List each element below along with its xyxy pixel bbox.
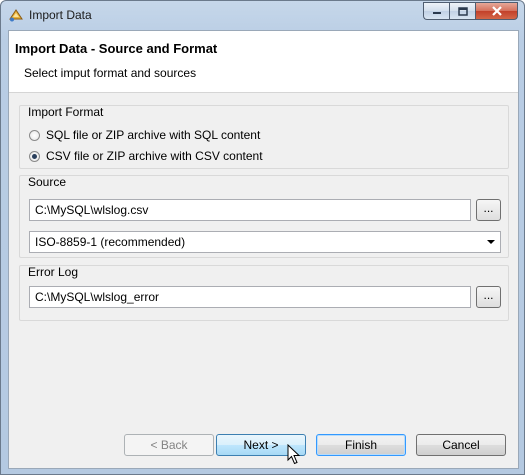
- minimize-button[interactable]: [423, 2, 449, 20]
- radio-sql[interactable]: [29, 129, 40, 141]
- wizard-banner: Import Data - Source and Format Select i…: [9, 31, 518, 93]
- import-format-label: Import Format: [28, 105, 104, 119]
- radio-csv-label: CSV file or ZIP archive with CSV content: [46, 149, 263, 163]
- error-log-browse-button[interactable]: ...: [476, 286, 501, 308]
- radio-csv[interactable]: [29, 150, 40, 162]
- import-format-group: Import Format SQL file or ZIP archive wi…: [19, 105, 509, 169]
- back-button[interactable]: < Back: [124, 434, 214, 456]
- title-bar[interactable]: Import Data: [1, 1, 524, 29]
- finish-button[interactable]: Finish: [316, 434, 406, 456]
- maximize-button[interactable]: [449, 2, 475, 20]
- window-title: Import Data: [29, 8, 92, 22]
- chevron-down-icon: [487, 240, 495, 244]
- radio-sql-option[interactable]: SQL file or ZIP archive with SQL content: [29, 128, 260, 142]
- error-log-group: Error Log C:\MySQL\wlslog_error ...: [19, 265, 509, 321]
- error-log-path-input[interactable]: C:\MySQL\wlslog_error: [29, 286, 471, 308]
- app-icon: [9, 9, 23, 22]
- page-title: Import Data - Source and Format: [15, 41, 218, 56]
- source-path-input[interactable]: C:\MySQL\wlslog.csv: [29, 199, 471, 221]
- close-button[interactable]: [475, 2, 518, 20]
- close-icon: [491, 6, 502, 16]
- import-data-window: Import Data Import Data - Source and For…: [0, 0, 525, 475]
- radio-sql-label: SQL file or ZIP archive with SQL content: [46, 128, 261, 142]
- error-log-label: Error Log: [28, 265, 79, 279]
- page-subtitle: Select imput format and sources: [24, 66, 197, 80]
- minimize-icon: [432, 12, 441, 14]
- encoding-value: ISO-8859-1 (recommended): [35, 235, 186, 249]
- source-label: Source: [28, 175, 67, 189]
- encoding-select[interactable]: ISO-8859-1 (recommended): [29, 231, 501, 253]
- maximize-icon: [457, 6, 468, 16]
- source-browse-button[interactable]: ...: [476, 199, 501, 221]
- caption-buttons: [423, 2, 518, 22]
- mouse-cursor-icon: [287, 444, 301, 465]
- radio-csv-option[interactable]: CSV file or ZIP archive with CSV content: [29, 149, 263, 163]
- dialog-client-area: Import Data - Source and Format Select i…: [8, 30, 519, 469]
- source-group: Source C:\MySQL\wlslog.csv ... ISO-8859-…: [19, 175, 509, 258]
- cancel-button[interactable]: Cancel: [416, 434, 506, 456]
